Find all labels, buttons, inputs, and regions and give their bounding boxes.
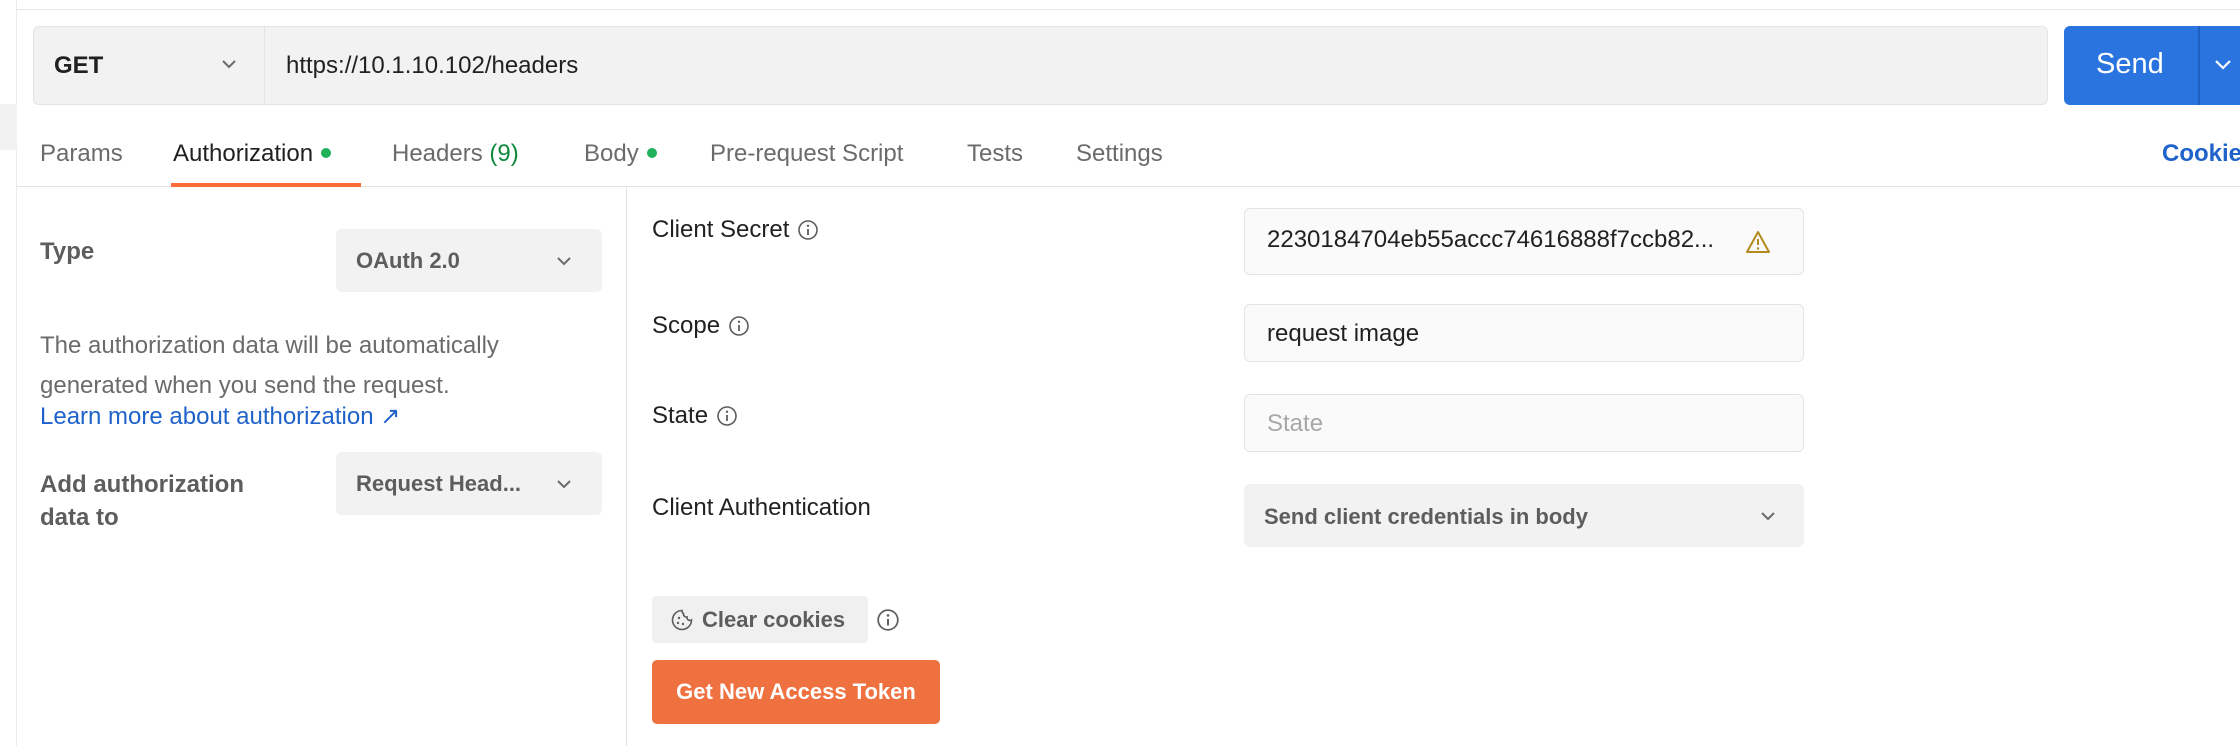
type-label: Type	[40, 238, 95, 265]
cookie-icon	[671, 609, 693, 630]
method-label: GET	[54, 51, 104, 79]
clear-cookies-label: Clear cookies	[702, 606, 846, 632]
tab-authorization[interactable]: Authorization	[173, 140, 332, 168]
info-icon[interactable]	[728, 315, 750, 337]
tab-headers[interactable]: Headers (9)	[392, 140, 519, 168]
active-tab-indicator	[171, 183, 361, 187]
tab-tests[interactable]: Tests	[967, 140, 1023, 168]
url-input[interactable]: https://10.1.10.102/headers	[264, 26, 2048, 105]
add-auth-to-label: Add authorization data to	[40, 471, 244, 531]
tab-body[interactable]: Body	[584, 140, 657, 168]
tab-headers-label: Headers	[392, 140, 483, 167]
url-text: https://10.1.10.102/headers	[286, 51, 579, 79]
warning-icon	[1746, 231, 1770, 253]
chevron-down-icon	[557, 257, 571, 266]
state-placeholder: State	[1267, 410, 1324, 437]
client-secret-label: Client Secret	[652, 216, 819, 244]
chevron-down-icon	[222, 60, 236, 69]
info-icon[interactable]	[716, 405, 738, 427]
client-auth-label: Client Authentication	[652, 494, 871, 522]
info-icon[interactable]	[797, 219, 819, 241]
client-auth-label-text: Client Authentication	[652, 494, 871, 521]
auth-type-value: OAuth 2.0	[356, 248, 460, 273]
send-label: Send	[2096, 48, 2164, 80]
client-secret-label-text: Client Secret	[652, 216, 790, 243]
auth-type-select[interactable]: OAuth 2.0	[336, 229, 602, 292]
cookies-link[interactable]: Cookies	[2162, 140, 2240, 168]
scope-label-text: Scope	[652, 312, 721, 339]
scope-field[interactable]: request image	[1244, 304, 1804, 362]
chevron-down-icon	[1761, 512, 1775, 521]
add-auth-to-value: Request Head...	[356, 471, 522, 496]
client-auth-value: Send client credentials in body	[1264, 504, 1588, 529]
panel-divider	[626, 187, 627, 746]
clear-cookies-button[interactable]: Clear cookies	[652, 596, 868, 643]
state-label-text: State	[652, 402, 709, 429]
learn-more-link[interactable]: Learn more about authorization ↗	[40, 402, 400, 431]
get-new-access-token-button[interactable]: Get New Access Token	[652, 660, 940, 724]
method-select[interactable]: GET	[33, 26, 264, 105]
send-button[interactable]: Send	[2064, 26, 2240, 105]
tab-body-label: Body	[584, 140, 639, 167]
top-toolbar-strip	[0, 0, 2240, 10]
state-field[interactable]: State	[1244, 394, 1804, 452]
client-secret-value: 2230184704eb55accc74616888f7ccb82...	[1267, 226, 1715, 253]
sidebar-selected-marker	[0, 104, 17, 150]
send-split-divider	[2198, 26, 2200, 105]
tab-settings[interactable]: Settings	[1076, 140, 1163, 168]
status-dot	[321, 148, 332, 158]
tab-params[interactable]: Params	[40, 140, 123, 168]
add-auth-to-select[interactable]: Request Head...	[336, 452, 602, 515]
auth-description: The authorization data will be automatic…	[40, 332, 499, 399]
tab-pre-request-script[interactable]: Pre-request Script	[710, 140, 903, 168]
state-label: State	[652, 402, 738, 430]
scope-label: Scope	[652, 312, 750, 340]
client-secret-field[interactable]: 2230184704eb55accc74616888f7ccb82...	[1244, 208, 1804, 275]
status-dot	[646, 148, 657, 158]
tab-headers-count: (9)	[489, 140, 519, 167]
get-token-label: Get New Access Token	[676, 679, 916, 704]
tab-authorization-label: Authorization	[173, 140, 314, 167]
scope-value: request image	[1267, 320, 1420, 347]
client-auth-select[interactable]: Send client credentials in body	[1244, 484, 1804, 547]
chevron-down-icon[interactable]	[2212, 53, 2234, 75]
info-icon[interactable]	[876, 608, 900, 632]
chevron-down-icon	[557, 480, 571, 489]
request-tabs: Params Authorization Headers (9) Body Pr…	[17, 112, 2240, 187]
